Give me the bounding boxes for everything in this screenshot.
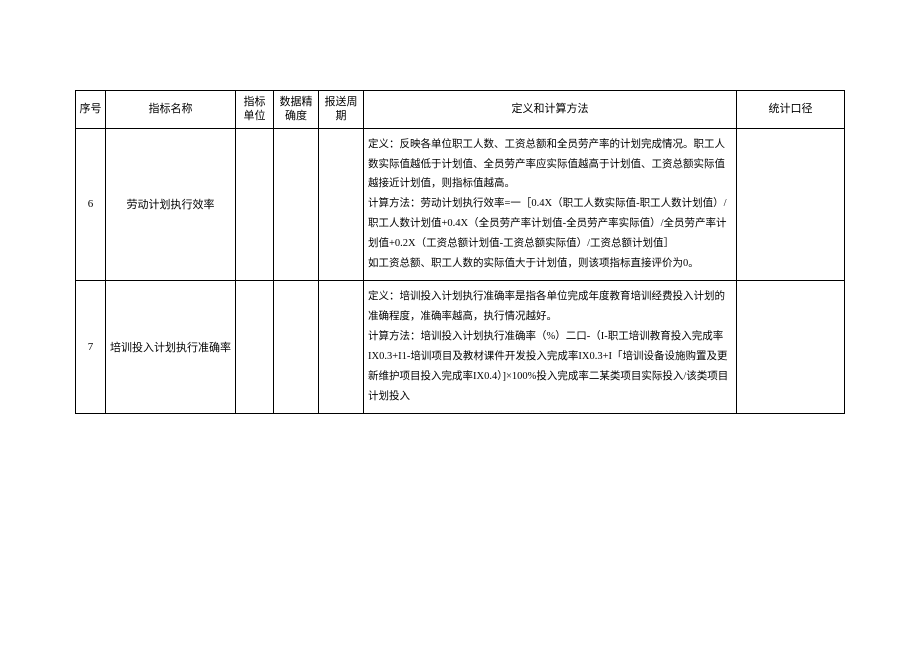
- cell-stat: [737, 281, 845, 414]
- cell-precision: [274, 128, 319, 281]
- cell-seq: 7: [76, 281, 106, 414]
- header-precision: 数据精确度: [274, 91, 319, 129]
- cell-cycle: [319, 128, 364, 281]
- header-seq: 序号: [76, 91, 106, 129]
- cell-name: 劳动计划执行效率: [106, 128, 236, 281]
- cell-seq: 6: [76, 128, 106, 281]
- header-definition: 定义和计算方法: [364, 91, 737, 129]
- header-stat: 统计口径: [737, 91, 845, 129]
- cell-cycle: [319, 281, 364, 414]
- indicator-table: 序号 指标名称 指标单位 数据精确度 报送周期 定义和计算方法 统计口径 6 劳…: [75, 90, 845, 414]
- cell-unit: [236, 128, 274, 281]
- cell-definition: 定义：反映各单位职工人数、工资总额和全员劳产率的计划完成情况。职工人数实际值越低…: [364, 128, 737, 281]
- table-header-row: 序号 指标名称 指标单位 数据精确度 报送周期 定义和计算方法 统计口径: [76, 91, 845, 129]
- header-unit: 指标单位: [236, 91, 274, 129]
- cell-definition: 定义：培训投入计划执行准确率是指各单位完成年度教育培训经费投入计划的准确程度，准…: [364, 281, 737, 414]
- header-cycle: 报送周期: [319, 91, 364, 129]
- header-name: 指标名称: [106, 91, 236, 129]
- table-row: 7 培训投入计划执行准确率 定义：培训投入计划执行准确率是指各单位完成年度教育培…: [76, 281, 845, 414]
- table-row: 6 劳动计划执行效率 定义：反映各单位职工人数、工资总额和全员劳产率的计划完成情…: [76, 128, 845, 281]
- cell-unit: [236, 281, 274, 414]
- cell-precision: [274, 281, 319, 414]
- cell-name: 培训投入计划执行准确率: [106, 281, 236, 414]
- cell-stat: [737, 128, 845, 281]
